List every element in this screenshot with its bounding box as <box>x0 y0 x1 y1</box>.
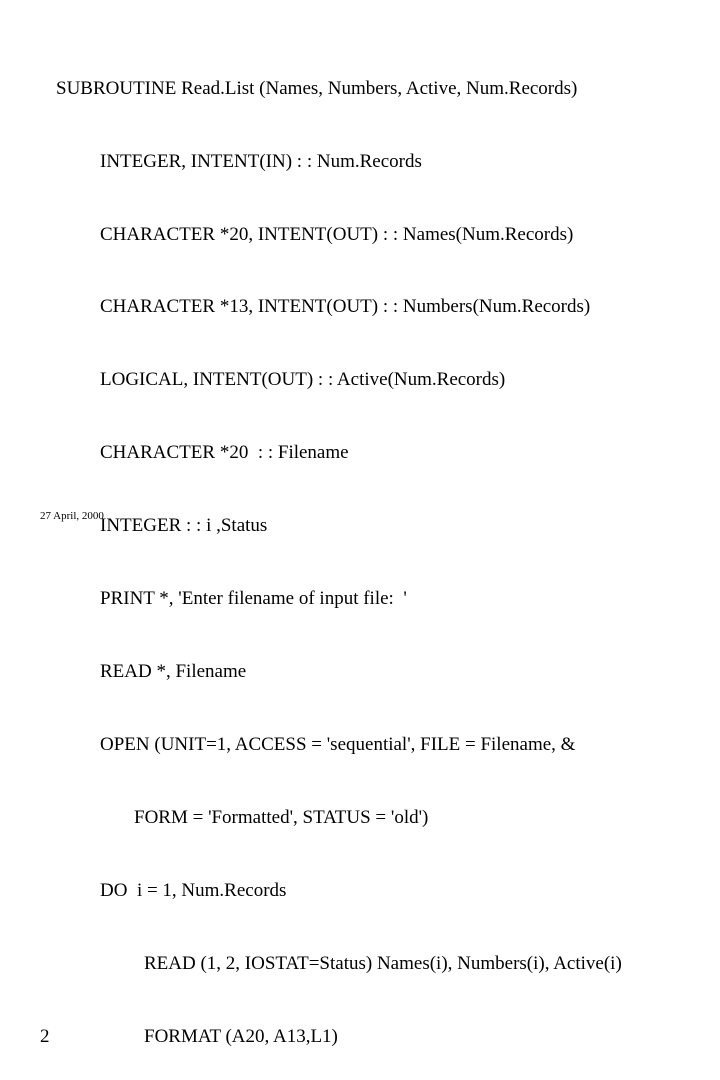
code-line: READ (1, 2, IOSTAT=Status) Names(i), Num… <box>40 952 700 976</box>
page-number: 27 <box>40 510 51 522</box>
code-text: READ (1, 2, IOSTAT=Status) Names(i), Num… <box>56 952 622 976</box>
code-line: INTEGER, INTENT(IN) : : Num.Records <box>40 150 700 174</box>
line-label: 2 <box>40 1025 56 1049</box>
code-text: CHARACTER *13, INTENT(OUT) : : Numbers(N… <box>56 295 590 319</box>
code-line: CHARACTER *13, INTENT(OUT) : : Numbers(N… <box>40 295 700 319</box>
line-label <box>40 587 56 611</box>
code-text: OPEN (UNIT=1, ACCESS = 'sequential', FIL… <box>56 733 575 757</box>
code-text: FORM = 'Formatted', STATUS = 'old') <box>56 806 428 830</box>
code-line: CHARACTER *20 : : Filename <box>40 441 700 465</box>
code-line: FORM = 'Formatted', STATUS = 'old') <box>40 806 700 830</box>
line-label <box>40 660 56 684</box>
line-label <box>40 223 56 247</box>
line-label <box>40 77 56 101</box>
code-line: INTEGER : : i ,Status <box>40 514 700 538</box>
code-text: CHARACTER *20 : : Filename <box>56 441 349 465</box>
code-line: LOGICAL, INTENT(OUT) : : Active(Num.Reco… <box>40 368 700 392</box>
page: SUBROUTINE Read.List (Names, Numbers, Ac… <box>0 0 720 540</box>
line-label <box>40 952 56 976</box>
code-text: SUBROUTINE Read.List (Names, Numbers, Ac… <box>56 77 577 101</box>
line-label <box>40 733 56 757</box>
line-label <box>40 150 56 174</box>
footer-date: April, 2000 <box>53 510 104 522</box>
line-label <box>40 295 56 319</box>
line-label <box>40 368 56 392</box>
code-text: READ *, Filename <box>56 660 246 684</box>
footer: 27 April, 2000 <box>40 510 104 522</box>
code-line: SUBROUTINE Read.List (Names, Numbers, Ac… <box>40 77 700 101</box>
code-text: FORMAT (A20, A13,L1) <box>56 1025 338 1049</box>
code-text: INTEGER, INTENT(IN) : : Num.Records <box>56 150 422 174</box>
code-line: PRINT *, 'Enter filename of input file: … <box>40 587 700 611</box>
code-line: OPEN (UNIT=1, ACCESS = 'sequential', FIL… <box>40 733 700 757</box>
code-text: DO i = 1, Num.Records <box>56 879 286 903</box>
code-block: SUBROUTINE Read.List (Names, Numbers, Ac… <box>40 28 700 1080</box>
code-text: PRINT *, 'Enter filename of input file: … <box>56 587 407 611</box>
code-line: DO i = 1, Num.Records <box>40 879 700 903</box>
code-line: CHARACTER *20, INTENT(OUT) : : Names(Num… <box>40 223 700 247</box>
line-label <box>40 879 56 903</box>
code-text: LOGICAL, INTENT(OUT) : : Active(Num.Reco… <box>56 368 505 392</box>
code-line: 2FORMAT (A20, A13,L1) <box>40 1025 700 1049</box>
code-line: READ *, Filename <box>40 660 700 684</box>
line-label <box>40 441 56 465</box>
line-label <box>40 806 56 830</box>
code-text: CHARACTER *20, INTENT(OUT) : : Names(Num… <box>56 223 573 247</box>
